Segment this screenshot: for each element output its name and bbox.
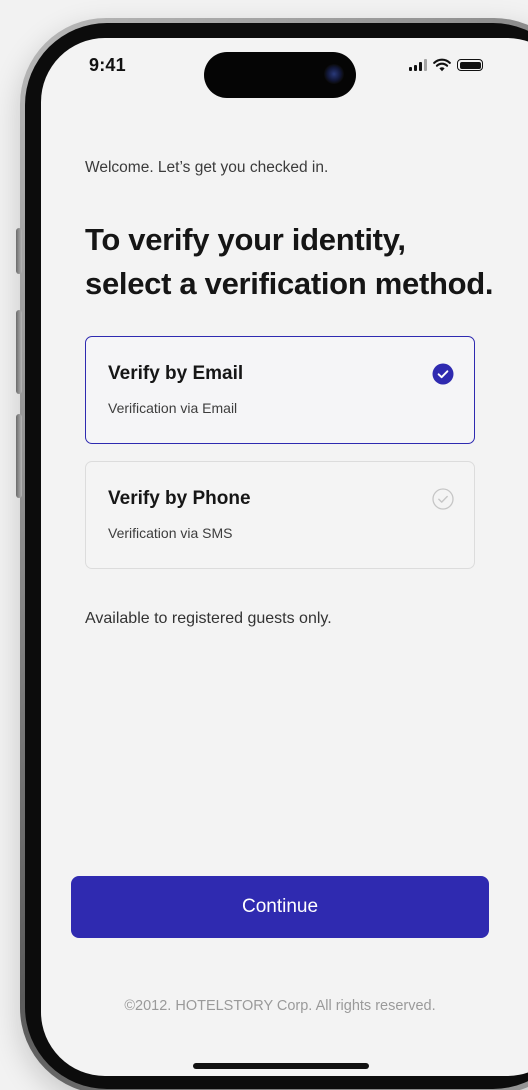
cellular-signal-icon — [409, 59, 427, 71]
copyright-footer: ©2012. HOTELSTORY Corp. All rights reser… — [124, 998, 436, 1014]
option-subtitle: Verification via SMS — [108, 525, 233, 541]
continue-button[interactable]: Continue — [71, 876, 489, 938]
availability-note: Available to registered guests only. — [85, 610, 332, 627]
stage: 9:41 Welcome. Let’s get you checked in. … — [0, 0, 528, 1090]
volume-down-button — [16, 414, 22, 498]
status-time: 9:41 — [89, 55, 126, 75]
welcome-text: Welcome. Let’s get you checked in. — [85, 159, 329, 176]
status-icons — [409, 56, 483, 74]
page-title-line-2: select a verification method. — [85, 266, 494, 301]
page-title: To verify your identity, select a verifi… — [85, 218, 505, 306]
verify-email-option[interactable]: Verify by Email Verification via Email — [85, 336, 475, 444]
option-title: Verify by Email — [108, 363, 244, 384]
dynamic-island — [204, 52, 356, 98]
battery-icon — [457, 59, 483, 71]
screen: 9:41 Welcome. Let’s get you checked in. … — [41, 38, 528, 1076]
check-circle-outline-icon — [432, 488, 454, 510]
wifi-icon — [433, 58, 451, 72]
volume-up-button — [16, 310, 22, 394]
option-title: Verify by Phone — [108, 488, 251, 509]
verify-phone-option[interactable]: Verify by Phone Verification via SMS — [85, 461, 475, 569]
camera-icon — [324, 64, 344, 84]
check-circle-filled-icon — [432, 363, 454, 385]
option-subtitle: Verification via Email — [108, 400, 238, 416]
page-title-line-1: To verify your identity, — [85, 222, 406, 257]
silent-switch — [16, 228, 22, 274]
home-indicator[interactable] — [193, 1063, 369, 1069]
